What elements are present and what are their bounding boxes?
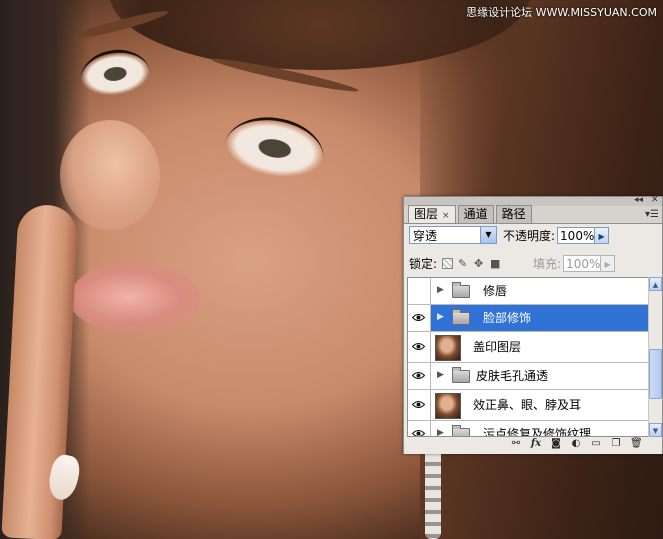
scroll-up-icon[interactable]: ▲ bbox=[649, 277, 662, 291]
collapse-icon[interactable]: ◂◂ bbox=[634, 195, 643, 205]
fill-slider-button[interactable]: ▶ bbox=[601, 254, 616, 272]
tab-paths-label: 路径 bbox=[501, 207, 526, 221]
layer-name: 皮肤毛孔通透 bbox=[476, 369, 549, 383]
lock-all-icon[interactable]: ■ bbox=[490, 258, 501, 269]
watermark: 思缘设计论坛 WWW.MISSYUAN.COM bbox=[466, 6, 657, 19]
layers-panel: ◂◂ ✕ 图层 × 通道 路径 ▾☰ 穿透 ▼ 不透明度: 100% ▶ 锁定: … bbox=[403, 195, 663, 454]
layers-scrollbar[interactable]: ▲ ▼ bbox=[648, 277, 662, 437]
layer-main[interactable]: ▶ 脸部修饰 bbox=[431, 305, 648, 331]
lock-label: 锁定: bbox=[409, 256, 438, 271]
blend-mode-value: 穿透 bbox=[413, 229, 438, 243]
blend-mode-select[interactable]: 穿透 ▼ bbox=[409, 226, 497, 244]
link-icon[interactable]: ⚯ bbox=[510, 438, 522, 450]
new-layer-icon[interactable]: ❐ bbox=[610, 438, 622, 450]
visibility-toggle[interactable] bbox=[408, 390, 431, 420]
opacity-label: 不透明度: bbox=[503, 228, 556, 243]
trash-icon[interactable]: 🗑 bbox=[630, 438, 643, 450]
panel-tabs: 图层 × 通道 路径 bbox=[408, 205, 534, 223]
adjustment-icon[interactable]: ◐ bbox=[570, 438, 582, 450]
eye-icon bbox=[412, 314, 425, 321]
eye-icon bbox=[412, 343, 425, 350]
lock-transparency-icon[interactable] bbox=[442, 257, 454, 269]
fill-input[interactable]: 100% bbox=[563, 254, 602, 272]
opacity-slider-button[interactable]: ▶ bbox=[595, 226, 610, 244]
layer-thumbnail bbox=[435, 335, 461, 361]
tab-channels-label: 通道 bbox=[463, 207, 488, 221]
photo-nose bbox=[60, 120, 160, 230]
layer-thumbnail bbox=[435, 393, 461, 419]
photo-eye-right bbox=[220, 109, 330, 185]
opacity-input[interactable]: 100% bbox=[557, 226, 596, 244]
fx-icon[interactable]: fx bbox=[530, 438, 542, 450]
layer-main[interactable]: 盖印图层 bbox=[431, 332, 648, 362]
lock-brush-icon[interactable]: ✎ bbox=[458, 258, 469, 269]
scroll-thumb[interactable] bbox=[649, 349, 662, 399]
new-group-icon[interactable]: ▭ bbox=[590, 438, 602, 450]
expand-triangle-icon[interactable]: ▶ bbox=[437, 285, 444, 295]
expand-triangle-icon[interactable]: ▶ bbox=[437, 312, 444, 322]
visibility-toggle[interactable] bbox=[408, 332, 431, 362]
layer-row[interactable]: 盖印图层 bbox=[408, 332, 648, 363]
visibility-toggle[interactable] bbox=[408, 305, 431, 331]
lock-fill-row: 锁定: ✎ ✥ ■ 填充: 100% ▶ bbox=[409, 253, 616, 273]
tab-paths[interactable]: 路径 bbox=[495, 205, 532, 223]
layer-name: 修唇 bbox=[483, 284, 508, 298]
photo-lips bbox=[70, 262, 200, 332]
panel-bottom-toolbar: ⚯ fx ◙ ◐ ▭ ❐ 🗑 bbox=[404, 435, 662, 453]
layer-row[interactable]: ▶ 修唇 bbox=[408, 278, 648, 305]
tab-layers[interactable]: 图层 × bbox=[408, 205, 456, 223]
folder-icon bbox=[452, 367, 470, 383]
layer-name: 盖印图层 bbox=[473, 340, 522, 354]
blend-opacity-row: 穿透 ▼ 不透明度: 100% ▶ bbox=[409, 225, 610, 245]
fill-label: 填充: bbox=[533, 256, 562, 271]
eye-icon bbox=[412, 401, 425, 408]
layer-row[interactable]: ▶ 皮肤毛孔通透 bbox=[408, 363, 648, 390]
layer-main[interactable]: 效正鼻、眼、脖及耳 bbox=[431, 390, 648, 420]
tab-layers-label: 图层 bbox=[414, 207, 439, 221]
visibility-toggle[interactable] bbox=[408, 363, 431, 389]
tab-close-icon[interactable]: × bbox=[442, 211, 450, 221]
chevron-down-icon[interactable]: ▼ bbox=[480, 227, 496, 243]
expand-triangle-icon[interactable]: ▶ bbox=[437, 370, 444, 380]
panel-menu-icon[interactable]: ▾☰ bbox=[645, 209, 659, 220]
lock-move-icon[interactable]: ✥ bbox=[474, 258, 485, 269]
layer-row-selected[interactable]: ▶ 脸部修饰 bbox=[408, 305, 648, 332]
close-icon[interactable]: ✕ bbox=[651, 195, 659, 205]
layer-main[interactable]: ▶ 修唇 bbox=[431, 278, 648, 304]
folder-icon bbox=[452, 282, 470, 298]
mask-icon[interactable]: ◙ bbox=[550, 438, 562, 450]
visibility-toggle[interactable] bbox=[408, 278, 431, 304]
layer-name: 效正鼻、眼、脖及耳 bbox=[473, 398, 582, 412]
layer-main[interactable]: ▶ 皮肤毛孔通透 bbox=[431, 363, 648, 389]
layer-name: 脸部修饰 bbox=[483, 311, 532, 325]
layer-row[interactable]: 效正鼻、眼、脖及耳 bbox=[408, 390, 648, 421]
eye-icon bbox=[412, 372, 425, 379]
tab-channels[interactable]: 通道 bbox=[457, 205, 494, 223]
folder-icon bbox=[452, 309, 470, 325]
layers-list: ▶ 修唇 ▶ 脸部修饰 盖印图层 ▶ 皮肤毛孔通透 效正鼻、眼、脖及耳 ▶ 污点… bbox=[407, 277, 649, 437]
